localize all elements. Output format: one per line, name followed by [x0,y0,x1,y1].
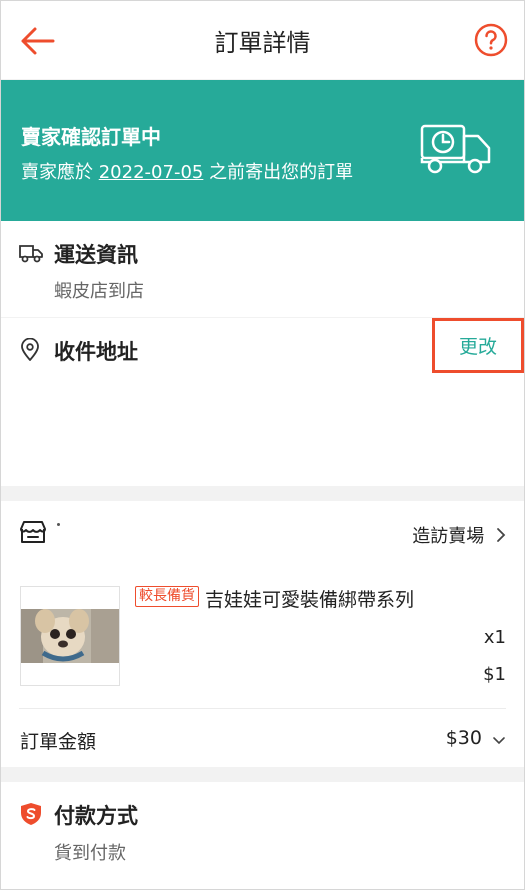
shipping-address-section: 收件地址 更改 [1,318,524,486]
status-sub-after: 之前寄出您的訂單 [203,162,354,183]
shop-name-redacted [57,519,177,545]
status-subtitle: 賣家應於 2022-07-05 之前寄出您的訂單 [21,158,353,184]
truck-icon [19,243,43,267]
ship-by-date: 2022-07-05 [98,162,204,183]
status-sub-before: 賣家應於 [21,162,99,183]
order-total-value: $30 [445,727,482,749]
order-total-toggle[interactable]: $30 [446,727,506,750]
chevron-down-icon [492,728,506,750]
location-pin-icon [20,337,40,366]
change-address-button[interactable]: 更改 [432,318,524,373]
store-icon[interactable] [19,519,47,549]
payment-method-section[interactable]: 付款方式 貨到付款 [1,782,524,889]
preorder-badge: 較長備貨 [135,586,199,607]
product-name[interactable]: 吉娃娃可愛裝備綁帶系列 [205,585,414,612]
page-title: 訂單詳情 [214,29,311,57]
visit-shop-label: 造訪賣場 [412,526,485,547]
visit-shop-link[interactable]: 造訪賣場 [412,522,506,548]
status-title: 賣家確認訂單中 [21,125,161,149]
payment-method: 貨到付款 [54,843,126,864]
shop-order-section: 造訪賣場 較長備貨 吉娃娃可愛裝備綁帶系列 x1 $1 訂單金額 $30 [1,501,524,767]
help-circle-icon[interactable] [474,23,508,57]
product-quantity: x1 [483,627,506,648]
delivery-truck-clock-icon [419,122,493,178]
shield-s-icon [20,802,42,830]
product-price: $1 [483,664,506,685]
product-image[interactable] [20,586,120,686]
chevron-right-icon [496,527,506,548]
header-bar: 訂單詳情 [1,1,524,79]
shipping-info-section[interactable]: 運送資訊 蝦皮店到店 [1,221,524,317]
shipping-title: 運送資訊 [54,243,138,267]
order-total-divider [19,708,506,709]
shipping-method: 蝦皮店到店 [54,281,144,302]
payment-title: 付款方式 [54,804,138,828]
order-total-label: 訂單金額 [20,731,97,753]
address-title: 收件地址 [54,340,138,364]
order-detail-screen: 訂單詳情 賣家確認訂單中 賣家應於 2022-07-05 之前寄出您的訂單 運送… [0,0,525,890]
